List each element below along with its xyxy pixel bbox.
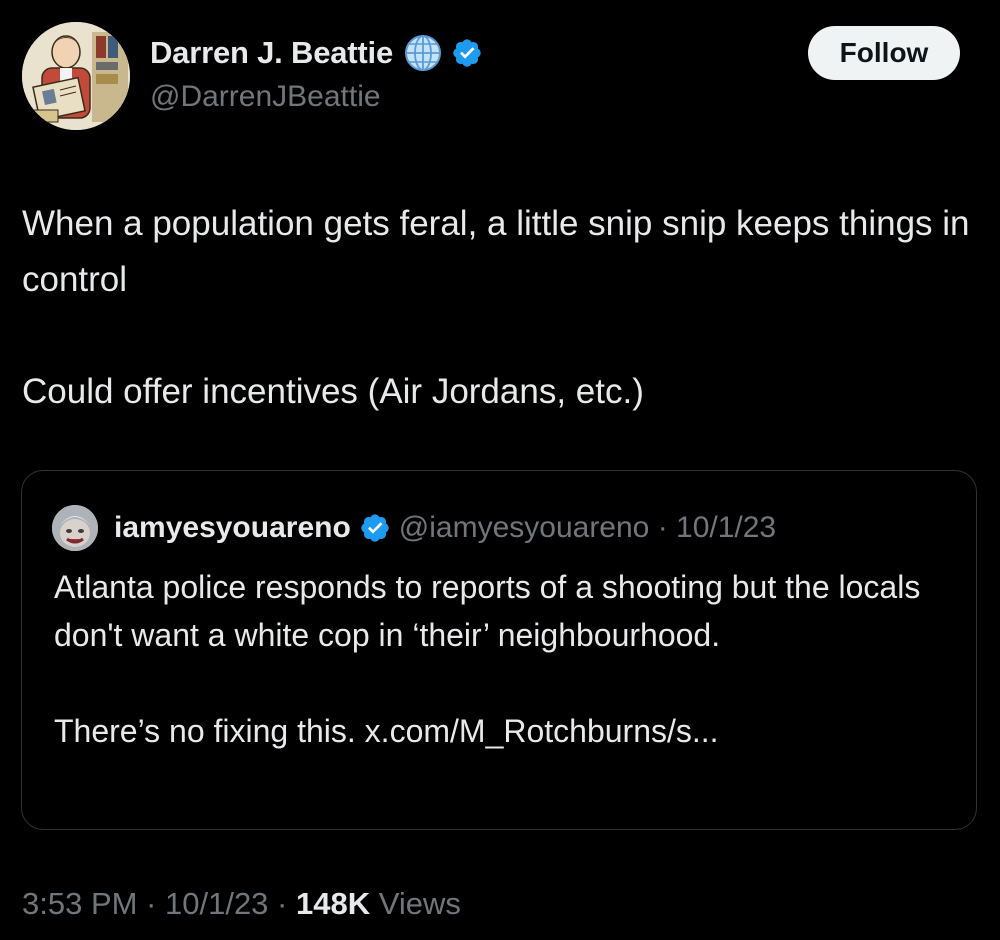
quoted-tweet-card[interactable]: iamyesyouareno @iamyesyouareno · 10/1/23… (21, 470, 977, 830)
follow-button[interactable]: Follow (808, 26, 960, 80)
quoted-author-avatar[interactable] (52, 505, 98, 551)
verified-badge-icon (451, 37, 483, 69)
views-count: 148K (295, 886, 371, 921)
verified-badge-icon (359, 512, 391, 544)
quoted-tweet-meta: @iamyesyouareno · 10/1/23 (398, 511, 777, 544)
author-handle[interactable]: @DarrenJBeattie (150, 80, 381, 114)
tweet-timestamp[interactable]: 3:53 PM · 10/1/23 · (22, 886, 296, 921)
tweet-paragraph: When a population gets feral, a little s… (22, 204, 970, 299)
tweet-paragraph: Could offer incentives (Air Jordans, etc… (22, 372, 644, 411)
quoted-tweet-paragraph: Atlanta police responds to reports of a … (54, 569, 921, 653)
author-name-row: Darren J. Beattie (150, 30, 483, 76)
quoted-tweet-header: iamyesyouareno @iamyesyouareno · 10/1/23 (114, 507, 776, 549)
quoted-tweet-paragraph: There’s no fixing this. x.com/M_Rotchbur… (54, 713, 719, 749)
views-label: Views (370, 886, 461, 921)
tweet-footer: 3:53 PM · 10/1/23 · 148K Views (22, 886, 461, 922)
tweet-body: When a population gets feral, a little s… (22, 196, 972, 420)
portrait-illustration (22, 22, 130, 130)
quoted-author-name[interactable]: iamyesyouareno (114, 511, 351, 545)
author-display-name[interactable]: Darren J. Beattie (150, 35, 393, 71)
quoted-tweet-body: Atlanta police responds to reports of a … (54, 563, 954, 755)
author-avatar[interactable] (22, 22, 130, 130)
globe-icon (403, 33, 443, 73)
